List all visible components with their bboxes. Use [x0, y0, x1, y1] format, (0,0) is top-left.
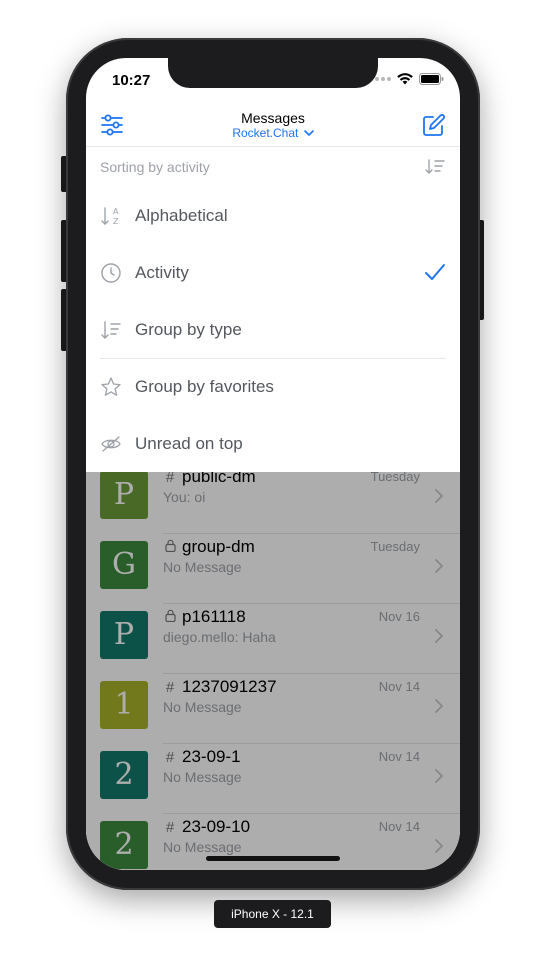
sort-option-label: Group by favorites: [135, 377, 274, 396]
notch: [168, 58, 378, 88]
compose-icon[interactable]: [421, 112, 447, 138]
battery-icon: [419, 73, 444, 85]
wifi-icon: [397, 73, 413, 85]
device-label: iPhone X - 12.1: [214, 900, 331, 928]
sort-option-group-by-type[interactable]: Group by type: [86, 301, 460, 358]
nav-header: Messages Rocket.Chat: [86, 102, 460, 146]
sort-option-label: Alphabetical: [135, 206, 228, 225]
chevron-down-icon: [303, 130, 314, 136]
backdrop-overlay[interactable]: [86, 472, 460, 870]
sort-option-alphabetical[interactable]: A Z Alphabetical: [86, 187, 460, 244]
svg-text:A: A: [113, 207, 119, 216]
sort-menu: A Z Alphabetical Activity Group by type …: [86, 187, 460, 472]
sort-toggle-icon[interactable]: [424, 157, 446, 177]
server-switcher[interactable]: Rocket.Chat: [86, 126, 460, 140]
sort-option-group-by-favorites[interactable]: Group by favorites: [86, 358, 460, 415]
sort-option-unread-on-top[interactable]: Unread on top: [86, 415, 460, 472]
sort-option-label: Unread on top: [135, 434, 243, 453]
star-icon: [101, 377, 121, 396]
clock-icon: [101, 263, 121, 283]
screen: 10:27 Messages Rocket.Chat Sorting by ac…: [86, 58, 460, 870]
sort-option-activity[interactable]: Activity: [86, 244, 460, 301]
checkmark-icon: [425, 264, 445, 280]
server-name: Rocket.Chat: [232, 126, 299, 140]
eye-off-icon: [101, 436, 121, 452]
sort-option-label: Activity: [135, 263, 189, 282]
home-indicator: [206, 856, 340, 861]
sort-alpha-icon: A Z: [101, 207, 119, 226]
sort-bar-label: Sorting by activity: [100, 159, 210, 175]
sort-bar[interactable]: Sorting by activity: [86, 146, 460, 188]
sort-option-label: Group by type: [135, 320, 242, 339]
header-title: Messages: [241, 110, 305, 126]
svg-text:Z: Z: [113, 217, 119, 226]
sort-group-icon: [101, 321, 121, 339]
status-time: 10:27: [112, 72, 151, 89]
